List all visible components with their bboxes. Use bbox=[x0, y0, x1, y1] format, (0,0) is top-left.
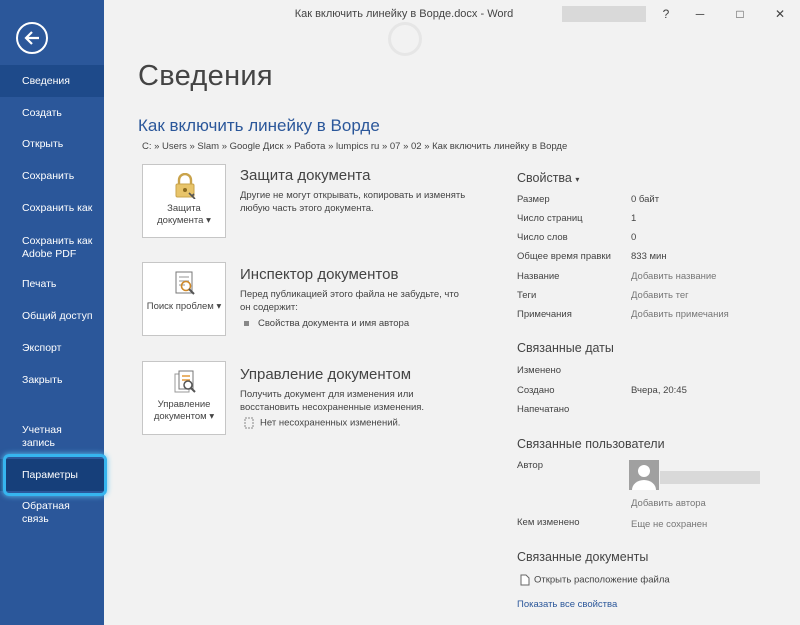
inspect-document-title: Инспектор документов bbox=[240, 266, 399, 283]
inspect-document-icon bbox=[175, 271, 195, 295]
date-created-label: Создано bbox=[517, 385, 555, 396]
manage-document-desc: Получить документ для изменения или восс… bbox=[240, 389, 425, 413]
protect-document-title: Защита документа bbox=[240, 167, 371, 184]
bullet-icon bbox=[244, 320, 249, 326]
sidebar-item-save-as[interactable]: Сохранить как bbox=[0, 192, 104, 224]
prop-size-value: 0 байт bbox=[631, 194, 660, 205]
sidebar-item-close[interactable]: Закрыть bbox=[0, 364, 104, 396]
date-created-value: Вчера, 20:45 bbox=[631, 385, 687, 396]
related-docs-header: Связанные документы bbox=[517, 550, 649, 564]
check-issues-label: Поиск проблем ▾ bbox=[146, 301, 222, 312]
prop-title-label: Название bbox=[517, 271, 560, 282]
document-icon bbox=[520, 574, 530, 586]
date-printed-label: Напечатано bbox=[517, 404, 570, 415]
sidebar-item-label: Сохранить bbox=[22, 169, 75, 182]
document-path-breadcrumb[interactable]: C: » Users » Slam » Google Диск » Работа… bbox=[142, 141, 567, 152]
prop-comments-label: Примечания bbox=[517, 309, 572, 320]
sidebar-item-label: Печать bbox=[22, 277, 57, 290]
related-people-header: Связанные пользователи bbox=[517, 437, 665, 451]
sidebar-item-label: Экспорт bbox=[22, 341, 62, 354]
protect-document-label: Защита документа ▾ bbox=[157, 203, 211, 226]
sidebar-item-share[interactable]: Общий доступ bbox=[0, 300, 104, 332]
prop-size-label: Размер bbox=[517, 194, 550, 205]
date-modified-label: Изменено bbox=[517, 365, 562, 376]
sidebar-item-feedback[interactable]: Обратная связь bbox=[0, 500, 80, 526]
minimize-button[interactable]: ─ bbox=[688, 4, 712, 24]
properties-dropdown[interactable]: Свойства ▾ bbox=[517, 171, 579, 185]
protect-document-desc: Другие не могут открывать, копировать и … bbox=[240, 190, 466, 214]
back-arrow-icon bbox=[24, 31, 39, 45]
prop-tags-label: Теги bbox=[517, 290, 537, 301]
manage-document-icon bbox=[174, 370, 196, 393]
sidebar-item-label: Обратная связь bbox=[22, 500, 70, 525]
manage-document-label: Управление документом ▾ bbox=[153, 399, 215, 422]
sidebar-item-label: Параметры bbox=[22, 468, 78, 481]
inspect-bullet: Свойства документа и имя автора bbox=[244, 318, 409, 329]
related-dates-header: Связанные даты bbox=[517, 341, 614, 355]
sidebar-item-label: Создать bbox=[22, 106, 62, 119]
sidebar-item-label: Открыть bbox=[22, 137, 64, 150]
prop-pages-value: 1 bbox=[631, 213, 637, 224]
sidebar-item-open[interactable]: Открыть bbox=[0, 128, 104, 160]
author-name-redacted bbox=[660, 471, 760, 484]
sidebar-item-label: Закрыть bbox=[22, 373, 63, 386]
protect-document-button[interactable]: Защита документа ▾ bbox=[142, 164, 226, 238]
prop-pages-label: Число страниц bbox=[517, 213, 583, 224]
prop-tags-input[interactable]: Добавить тег bbox=[631, 290, 689, 301]
close-button[interactable]: ✕ bbox=[768, 4, 792, 24]
sidebar-item-export[interactable]: Экспорт bbox=[0, 332, 104, 364]
manage-document-title: Управление документом bbox=[240, 366, 412, 383]
prop-edit-time-label: Общее время правки bbox=[517, 251, 611, 262]
backstage-sidebar: Сведения Создать Открыть Сохранить Сохра… bbox=[0, 0, 104, 625]
sidebar-item-account[interactable]: Учетная запись bbox=[0, 424, 80, 450]
person-icon bbox=[632, 465, 656, 490]
sidebar-item-print[interactable]: Печать bbox=[0, 268, 104, 300]
sidebar-item-save[interactable]: Сохранить bbox=[0, 160, 104, 192]
document-dashed-icon bbox=[244, 417, 254, 429]
prop-words-label: Число слов bbox=[517, 232, 568, 243]
sidebar-item-label: Общий доступ bbox=[22, 309, 93, 322]
account-name-redacted[interactable] bbox=[562, 6, 646, 22]
sidebar-item-label: Сведения bbox=[22, 74, 70, 87]
modified-by-label: Кем изменено bbox=[517, 517, 580, 528]
show-all-properties-link[interactable]: Показать все свойства bbox=[517, 599, 617, 610]
sidebar-item-info[interactable]: Сведения bbox=[0, 65, 104, 97]
page-title: Сведения bbox=[138, 60, 273, 92]
sidebar-item-save-as-pdf[interactable]: Сохранить как Adobe PDF bbox=[0, 235, 100, 261]
open-file-location-link[interactable]: Открыть расположение файла bbox=[520, 574, 670, 586]
help-button[interactable]: ? bbox=[654, 4, 678, 24]
sidebar-item-label: Сохранить как bbox=[22, 201, 93, 214]
manage-bullet: Нет несохраненных изменений. bbox=[244, 417, 400, 429]
author-avatar[interactable] bbox=[629, 460, 659, 490]
prop-words-value: 0 bbox=[631, 232, 637, 243]
manage-document-button[interactable]: Управление документом ▾ bbox=[142, 361, 226, 435]
restore-button[interactable]: □ bbox=[728, 4, 752, 24]
prop-comments-input[interactable]: Добавить примечания bbox=[631, 309, 729, 320]
inspect-document-desc: Перед публикацией этого файла не забудьт… bbox=[240, 289, 459, 313]
watermark-icon bbox=[388, 22, 422, 56]
sidebar-item-label: Учетная запись bbox=[22, 424, 62, 449]
lock-key-icon bbox=[175, 173, 196, 199]
add-author-link[interactable]: Добавить автора bbox=[631, 498, 706, 509]
sidebar-item-options[interactable]: Параметры bbox=[0, 459, 104, 491]
prop-edit-time-value: 833 мин bbox=[631, 251, 667, 262]
title-bar: Как включить линейку в Ворде.docx - Word… bbox=[104, 0, 800, 28]
prop-title-input[interactable]: Добавить название bbox=[631, 271, 716, 282]
sidebar-item-new[interactable]: Создать bbox=[0, 97, 104, 129]
sidebar-item-label: Сохранить как Adobe PDF bbox=[22, 235, 93, 260]
check-issues-button[interactable]: Поиск проблем ▾ bbox=[142, 262, 226, 336]
back-button[interactable] bbox=[16, 22, 48, 54]
document-title: Как включить линейку в Ворде bbox=[138, 116, 380, 135]
modified-by-value: Еще не сохранен bbox=[631, 519, 708, 530]
author-label: Автор bbox=[517, 460, 543, 471]
